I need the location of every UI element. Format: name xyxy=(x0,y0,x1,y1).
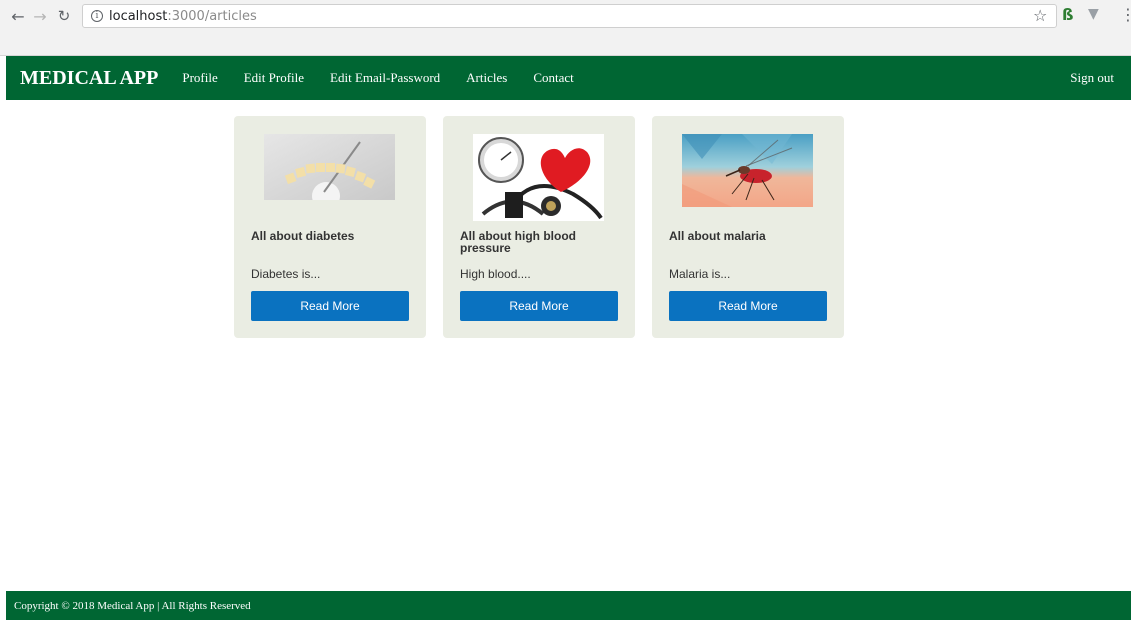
article-excerpt: High blood.... xyxy=(460,267,531,281)
article-title: All about diabetes xyxy=(251,229,355,243)
star-icon[interactable]: ☆ xyxy=(1033,6,1047,25)
sign-out-link[interactable]: Sign out xyxy=(1070,70,1114,86)
forward-arrow-icon[interactable]: → xyxy=(30,6,50,26)
article-excerpt: Diabetes is... xyxy=(251,267,321,281)
menu-dots-icon[interactable]: ⋮ xyxy=(1120,5,1131,24)
article-excerpt: Malaria is... xyxy=(669,267,731,281)
article-title: All about malaria xyxy=(669,229,766,243)
reload-icon[interactable]: ↻ xyxy=(54,6,74,26)
article-card-high-blood-pressure: All about high blood pressure High blood… xyxy=(443,116,635,338)
nav-link-contact[interactable]: Contact xyxy=(533,70,573,86)
read-more-button[interactable]: Read More xyxy=(251,291,409,321)
read-more-button[interactable]: Read More xyxy=(669,291,827,321)
copyright-text: Copyright © 2018 Medical App | All Right… xyxy=(14,599,251,612)
article-title: All about high blood pressure xyxy=(460,229,576,255)
url-path: :3000/articles xyxy=(167,8,257,24)
article-card-malaria: All about malaria Malaria is... Read Mor… xyxy=(652,116,844,338)
nav-link-edit-profile[interactable]: Edit Profile xyxy=(244,70,304,86)
article-list: All about diabetes Diabetes is... Read M… xyxy=(234,116,844,338)
article-image-blood-pressure xyxy=(473,134,604,221)
nav-link-edit-email-password[interactable]: Edit Email-Password xyxy=(330,70,440,86)
address-bar[interactable]: i localhost:3000/articles xyxy=(82,4,1057,28)
nav-link-articles[interactable]: Articles xyxy=(466,70,507,86)
extension-icon[interactable]: ß xyxy=(1062,5,1080,24)
footer: Copyright © 2018 Medical App | All Right… xyxy=(6,591,1131,620)
browser-chrome: ← → ↻ i localhost:3000/articles ☆ ß ▼ ⋮ xyxy=(0,0,1131,56)
nav-link-profile[interactable]: Profile xyxy=(182,70,217,86)
read-more-button[interactable]: Read More xyxy=(460,291,618,321)
article-image-malaria xyxy=(682,134,813,207)
back-arrow-icon[interactable]: ← xyxy=(8,6,28,26)
article-image-diabetes xyxy=(264,134,395,200)
url-host: localhost xyxy=(109,8,168,24)
navbar: MEDICAL APP Profile Edit Profile Edit Em… xyxy=(6,56,1131,100)
article-card-diabetes: All about diabetes Diabetes is... Read M… xyxy=(234,116,426,338)
info-icon[interactable]: i xyxy=(91,10,103,22)
extension-icon[interactable]: ▼ xyxy=(1088,6,1099,22)
brand-logo[interactable]: MEDICAL APP xyxy=(20,67,158,90)
